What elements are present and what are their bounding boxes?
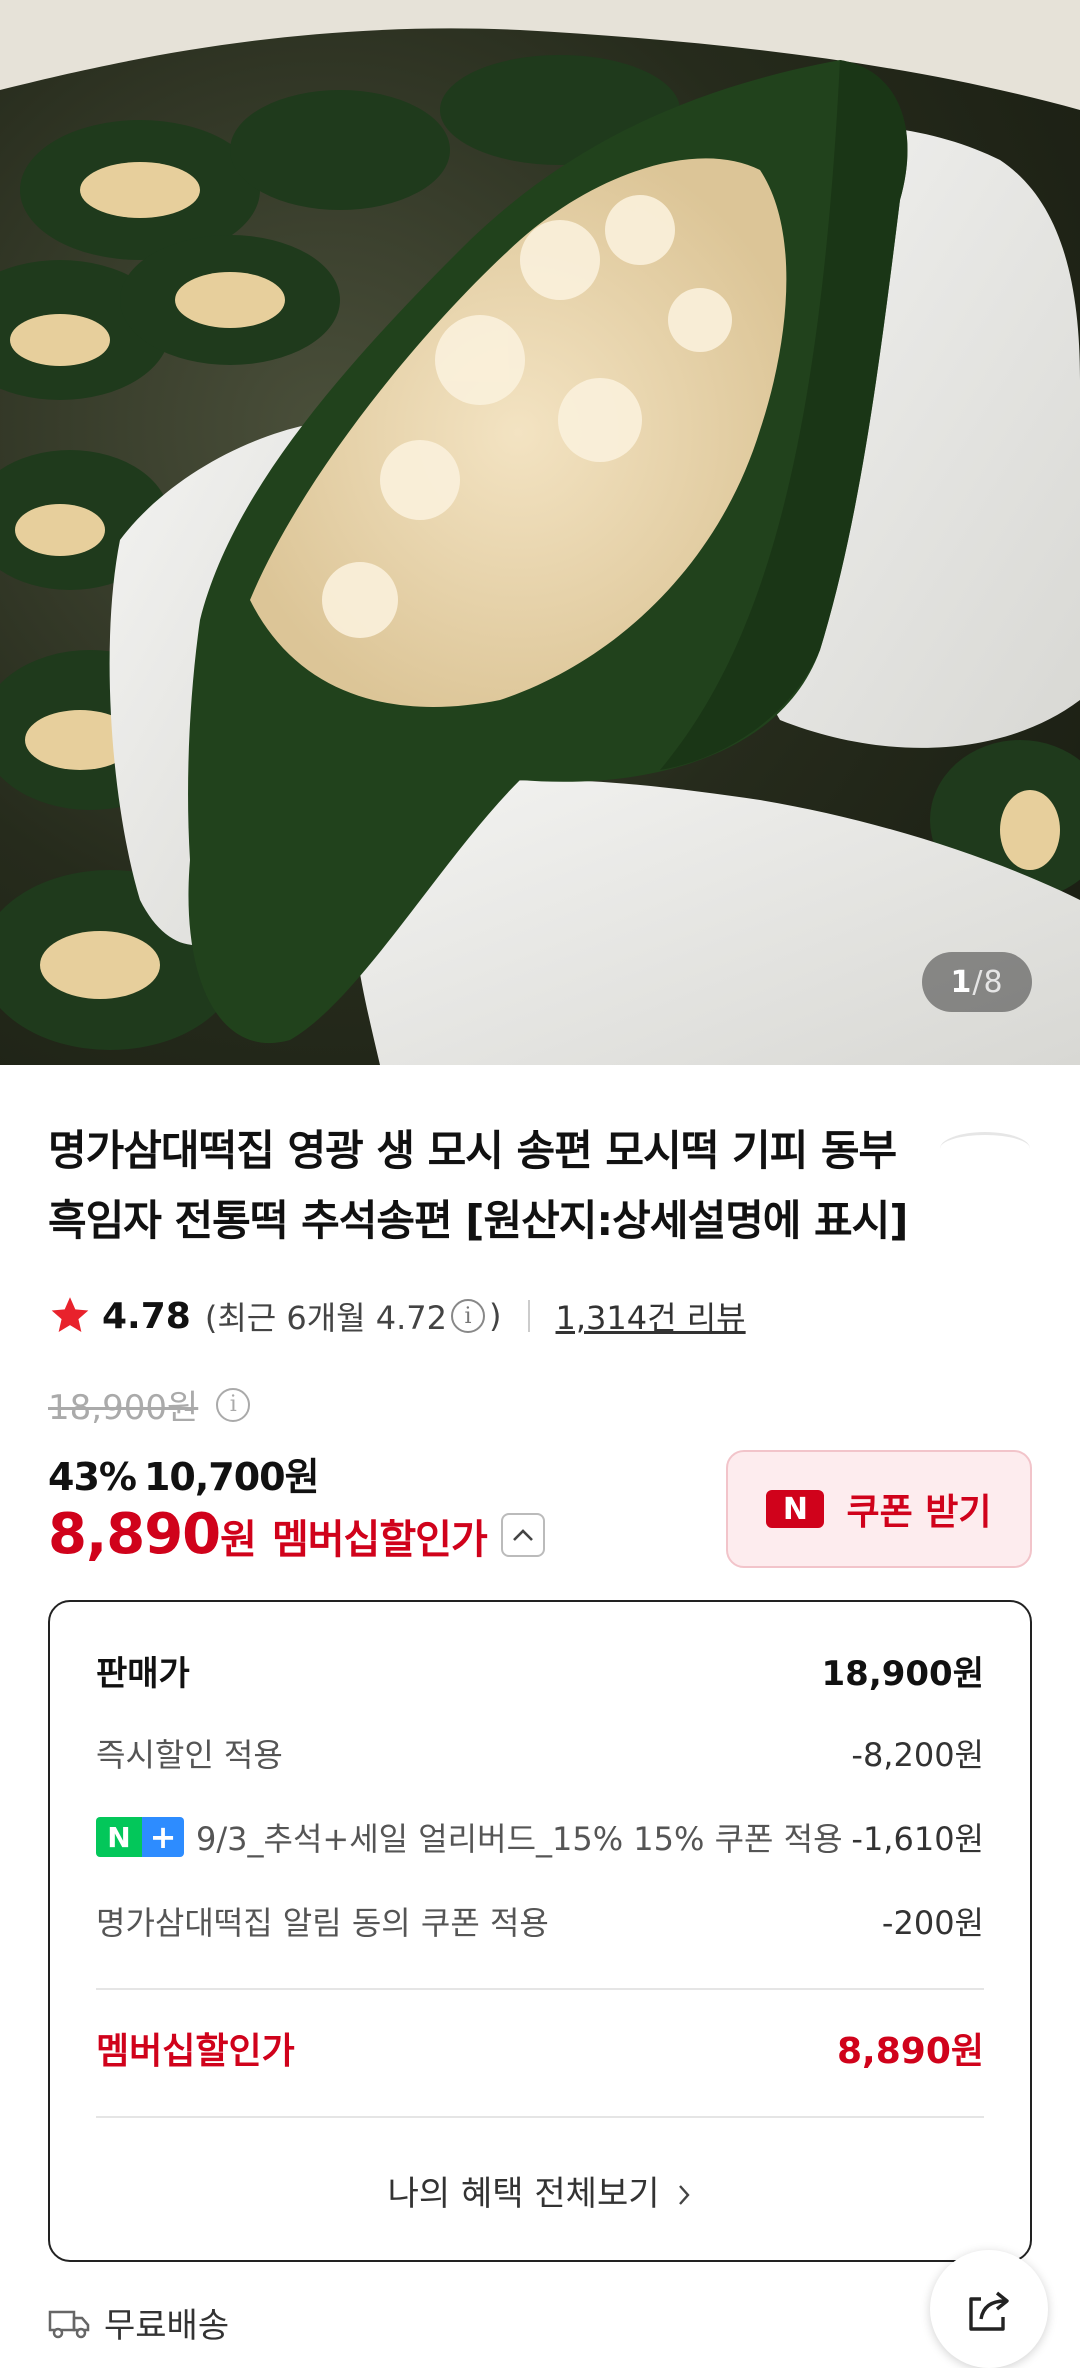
discount-percent: 43% bbox=[48, 1455, 137, 1499]
divider bbox=[527, 1300, 530, 1332]
coupon-button-label: 쿠폰 받기 bbox=[846, 1492, 992, 1533]
discount-price-row: 43% 10,700원 bbox=[48, 1446, 320, 1501]
naver-badge-plus: + bbox=[142, 1817, 184, 1857]
chevron-right-icon bbox=[679, 2185, 690, 2205]
price-breakdown-box: 판매가 18,900원 즉시할인 적용 -8,200원 N + 9/3_추석+세… bbox=[48, 1600, 1032, 2262]
member-price: 8,890 bbox=[48, 1502, 221, 1567]
coupon-download-button[interactable]: N 쿠폰 받기 bbox=[726, 1450, 1032, 1568]
discount-price: 10,700원 bbox=[143, 1455, 320, 1499]
breakdown-label: 판매가 bbox=[96, 1654, 190, 1694]
review-count-link[interactable]: 1,314건 리뷰 bbox=[556, 1293, 746, 1339]
breakdown-row-sale-price: 판매가 18,900원 bbox=[96, 1646, 984, 1695]
breakdown-total-value: 8,890원 bbox=[837, 2031, 984, 2072]
info-icon[interactable]: i bbox=[216, 1387, 251, 1422]
share-icon bbox=[969, 2291, 1009, 2331]
breakdown-row-alert-coupon: 명가삼대떡집 알림 동의 쿠폰 적용 -200원 bbox=[96, 1898, 984, 1944]
naver-badge-n: N bbox=[96, 1817, 142, 1857]
shipping-label: 무료배송 bbox=[104, 2306, 230, 2346]
view-all-benefits-link[interactable]: 나의 혜택 전체보기 bbox=[0, 2166, 1080, 2215]
member-price-won: 원 bbox=[220, 1517, 257, 1563]
breakdown-label: 9/3_추석+세일 얼리버드_15% 15% 쿠폰 적용 bbox=[196, 1820, 843, 1858]
rating-score: 4.78 bbox=[102, 1295, 191, 1337]
product-title: 명가삼대떡집 영광 생 모시 송편 모시떡 기피 동부 흑임자 전통떡 추석송편… bbox=[48, 1126, 908, 1245]
image-counter-separator: / bbox=[972, 964, 984, 1000]
recent-rating-close: ) bbox=[489, 1297, 502, 1335]
rating-row: 4.78 (최근 6개월 4.72 i ) 1,314건 리뷰 bbox=[48, 1290, 1048, 1342]
recent-rating: (최근 6개월 4.72 bbox=[204, 1299, 448, 1337]
share-button[interactable] bbox=[930, 2250, 1048, 2368]
truck-icon bbox=[48, 2310, 90, 2338]
breakdown-row-npay-coupon: N + 9/3_추석+세일 얼리버드_15% 15% 쿠폰 적용 -1,610원 bbox=[96, 1814, 984, 1860]
breakdown-value: -1,610원 bbox=[851, 1820, 984, 1858]
breakdown-value: -8,200원 bbox=[851, 1736, 984, 1774]
image-counter-current: 1 bbox=[950, 964, 973, 1000]
original-price-row: 18,900원 i bbox=[48, 1380, 254, 1429]
product-image[interactable]: 1 / 8 bbox=[0, 0, 1080, 1065]
image-counter-total: 8 bbox=[983, 964, 1004, 1000]
floating-button-edge bbox=[940, 1132, 1030, 1165]
shipping-info: 무료배송 bbox=[48, 2298, 229, 2347]
breakdown-value: -200원 bbox=[881, 1904, 984, 1942]
naver-plus-badge: N + bbox=[96, 1817, 184, 1857]
image-counter: 1 / 8 bbox=[922, 952, 1032, 1012]
star-icon bbox=[51, 1297, 89, 1332]
breakdown-row-member-total: 멤버십할인가 8,890원 bbox=[96, 2022, 984, 2074]
npay-logo-letter: N bbox=[782, 1491, 809, 1527]
breakdown-label: 명가삼대떡집 알림 동의 쿠폰 적용 bbox=[96, 1904, 549, 1942]
breakdown-label: 즉시할인 적용 bbox=[96, 1736, 283, 1774]
info-icon[interactable]: i bbox=[451, 1299, 486, 1333]
chevron-up-icon[interactable] bbox=[500, 1512, 545, 1557]
divider bbox=[96, 1988, 984, 1990]
breakdown-value: 18,900원 bbox=[821, 1654, 984, 1694]
view-all-label: 나의 혜택 전체보기 bbox=[387, 2174, 660, 2214]
original-price: 18,900원 bbox=[48, 1388, 199, 1428]
member-price-label: 멤버십할인가 bbox=[271, 1517, 488, 1563]
member-price-row: 8,890 원 멤버십할인가 bbox=[48, 1502, 545, 1567]
divider bbox=[96, 2116, 984, 2118]
breakdown-row-instant-discount: 즉시할인 적용 -8,200원 bbox=[96, 1730, 984, 1776]
npay-logo-icon: N bbox=[766, 1490, 825, 1528]
breakdown-total-label: 멤버십할인가 bbox=[96, 2031, 295, 2072]
product-photo bbox=[0, 0, 1080, 1065]
